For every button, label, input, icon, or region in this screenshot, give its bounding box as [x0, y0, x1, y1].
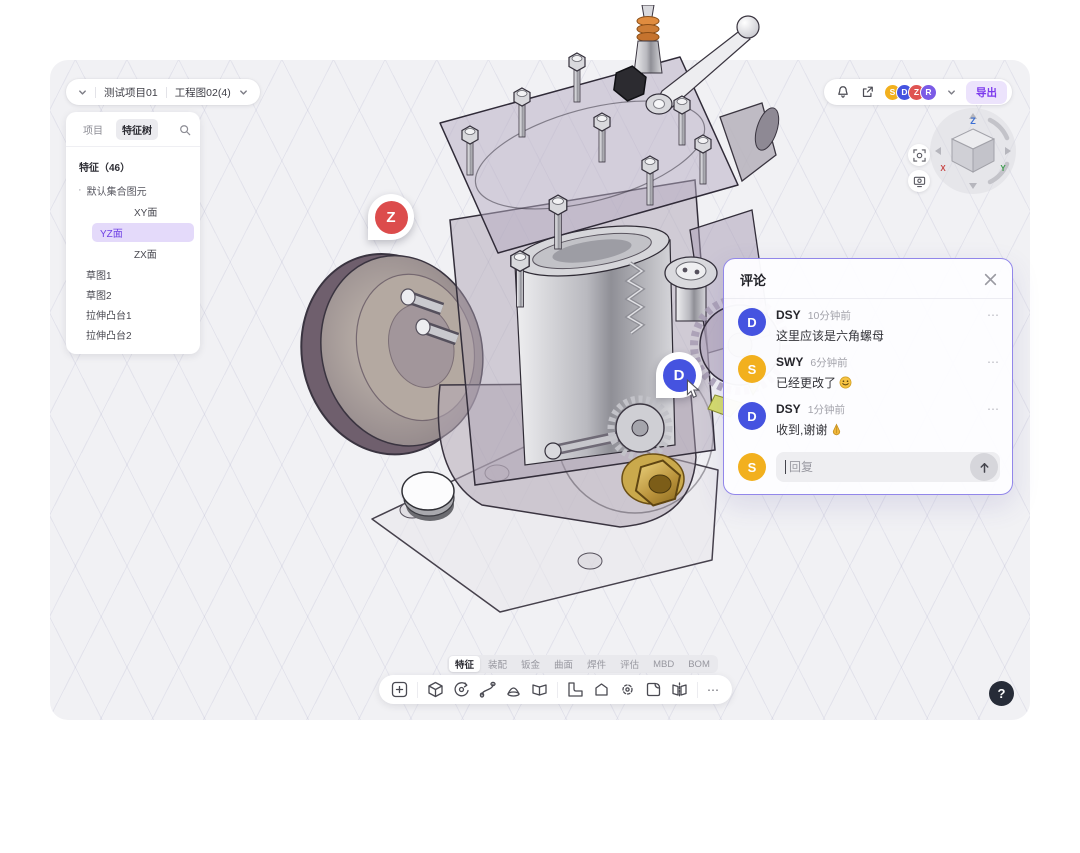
comment-panel: 评论 D DSY 10分钟前 ⋯ 这里应该是六角螺母 S SWY 6分钟前 ⋯ …: [723, 258, 1013, 495]
sidebar-tab-bar: 项目 特征树: [66, 112, 200, 147]
axis-y-label: Y: [1000, 164, 1006, 173]
collaborator-pin-z[interactable]: Z: [368, 194, 414, 240]
more-tools-icon[interactable]: ⋯: [707, 683, 720, 697]
share-external-link-icon[interactable]: [860, 85, 874, 99]
document-dropdown-chevron-icon[interactable]: [239, 88, 248, 97]
rib-icon[interactable]: [531, 681, 548, 698]
comment-time: 6分钟前: [810, 357, 848, 369]
add-feature-icon[interactable]: [391, 681, 408, 698]
divider: [165, 86, 167, 98]
feature-tree-header: 特征（46）: [79, 163, 131, 174]
divider: [95, 86, 96, 98]
tab-project[interactable]: 项目: [77, 119, 109, 140]
axis-x-label: X: [940, 164, 946, 173]
comment-text: 已经更改了: [776, 374, 1000, 391]
breadcrumb-document[interactable]: 工程图02(4): [175, 85, 231, 100]
collaborator-avatar-z: Z: [374, 200, 408, 234]
comment-avatar: D: [738, 308, 766, 336]
comment-more-menu-icon[interactable]: ⋯: [987, 403, 1000, 415]
comment-author: DSY: [776, 308, 801, 322]
comment-text: 收到,谢谢: [776, 421, 1000, 438]
send-reply-button[interactable]: [970, 453, 998, 481]
ribbon-tab-weldments[interactable]: 焊件: [581, 656, 612, 672]
tree-expander-icon[interactable]: ·: [78, 184, 82, 196]
search-icon[interactable]: [179, 124, 191, 136]
comment-item: D DSY 1分钟前 ⋯ 收到,谢谢: [724, 393, 1012, 440]
text-caret: [785, 460, 786, 474]
comment-panel-title: 评论: [740, 273, 767, 288]
avatar-r[interactable]: R: [920, 83, 937, 101]
tree-item-sketch2[interactable]: 草图2: [66, 284, 200, 304]
comment-time: 1分钟前: [807, 404, 846, 416]
divider: [557, 681, 558, 698]
view-cube[interactable]: Z X Y: [928, 106, 1018, 196]
divider: [697, 681, 698, 698]
tree-item-default-entities[interactable]: · 默认集合图元: [66, 180, 200, 200]
screen-projection-icon: [913, 176, 925, 187]
feature-tree-panel: 项目 特征树 特征（46） · 默认集合图元 XY面 YZ面 ZX面 草图1 草图…: [66, 112, 200, 354]
comment-item: D DSY 10分钟前 ⋯ 这里应该是六角螺母: [724, 299, 1012, 346]
tree-item-zx-plane[interactable]: ZX面: [92, 243, 194, 263]
tree-item-yz-plane-selected[interactable]: YZ面: [92, 222, 194, 242]
comment-reply-row: S: [724, 440, 1012, 482]
extrude-icon[interactable]: [427, 681, 444, 698]
help-button[interactable]: ?: [989, 681, 1014, 706]
comment-time: 10分钟前: [807, 310, 851, 322]
fit-view-button[interactable]: [908, 144, 930, 166]
engine-3d-model: [300, 5, 790, 613]
ribbon-tab-mbd[interactable]: MBD: [647, 658, 680, 671]
comment-avatar: S: [738, 355, 766, 383]
close-icon[interactable]: [983, 272, 998, 287]
comment-text: 这里应该是六角螺母: [776, 329, 885, 343]
ribbon-tab-evaluate[interactable]: 评估: [614, 656, 645, 672]
shell-icon[interactable]: [645, 681, 662, 698]
fillet-icon[interactable]: [567, 681, 584, 698]
tree-item-xy-plane[interactable]: XY面: [92, 201, 194, 221]
avatars-dropdown-chevron-icon[interactable]: [947, 88, 956, 97]
comment-author: SWY: [776, 355, 804, 369]
current-user-avatar: S: [738, 453, 766, 481]
collaborator-avatar-stack[interactable]: S D Z R: [884, 83, 937, 101]
tree-item-extrude2[interactable]: 拉伸凸台2: [66, 324, 200, 344]
reply-input[interactable]: [776, 452, 1000, 482]
pray-emoji: [833, 423, 841, 436]
breadcrumb: 测试项目01 工程图02(4): [66, 79, 260, 105]
comment-avatar: D: [738, 402, 766, 430]
chamfer-icon[interactable]: [593, 681, 610, 698]
feature-tree: 特征（46） · 默认集合图元 XY面 YZ面 ZX面 草图1 草图2 拉伸凸台1…: [66, 147, 200, 344]
comment-more-menu-icon[interactable]: ⋯: [987, 356, 1000, 368]
ribbon-tab-bar: 特征 装配 钣金 曲面 焊件 评估 MBD BOM: [447, 655, 718, 673]
feature-toolbar: ⋯: [379, 675, 732, 704]
ribbon-tab-surfaces[interactable]: 曲面: [548, 656, 579, 672]
send-arrow-icon: [980, 462, 988, 473]
divider: [417, 681, 418, 698]
notifications-bell-icon[interactable]: [836, 85, 850, 99]
tree-item-sketch1[interactable]: 草图1: [66, 264, 200, 284]
top-right-toolbar: S D Z R 导出: [824, 79, 1012, 105]
axis-z-label: Z: [970, 116, 976, 126]
pattern-icon[interactable]: [619, 681, 636, 698]
ribbon-tab-features[interactable]: 特征: [449, 656, 481, 672]
tab-feature-tree[interactable]: 特征树: [116, 119, 158, 140]
ribbon-tab-sheet-metal[interactable]: 钣金: [515, 656, 546, 672]
fit-view-icon: [912, 148, 926, 162]
tree-item-extrude1[interactable]: 拉伸凸台1: [66, 304, 200, 324]
ribbon-tab-assembly[interactable]: 装配: [482, 656, 513, 672]
smile-emoji: [839, 376, 852, 389]
mirror-icon[interactable]: [671, 681, 688, 698]
comment-more-menu-icon[interactable]: ⋯: [987, 309, 1000, 321]
ribbon-tab-bom[interactable]: BOM: [682, 658, 716, 671]
revolve-icon[interactable]: [453, 681, 470, 698]
collapse-chevron-icon[interactable]: [78, 88, 87, 97]
remote-cursor-icon: [686, 379, 701, 399]
sweep-icon[interactable]: [479, 681, 496, 698]
comment-panel-header: 评论: [724, 259, 1012, 299]
breadcrumb-project[interactable]: 测试项目01: [104, 85, 158, 100]
loft-icon[interactable]: [505, 681, 522, 698]
comment-author: DSY: [776, 402, 801, 416]
comment-item: S SWY 6分钟前 ⋯ 已经更改了: [724, 346, 1012, 393]
export-button[interactable]: 导出: [966, 80, 1007, 104]
collaborator-pin-d[interactable]: D: [656, 352, 702, 399]
projection-view-button[interactable]: [908, 170, 930, 192]
